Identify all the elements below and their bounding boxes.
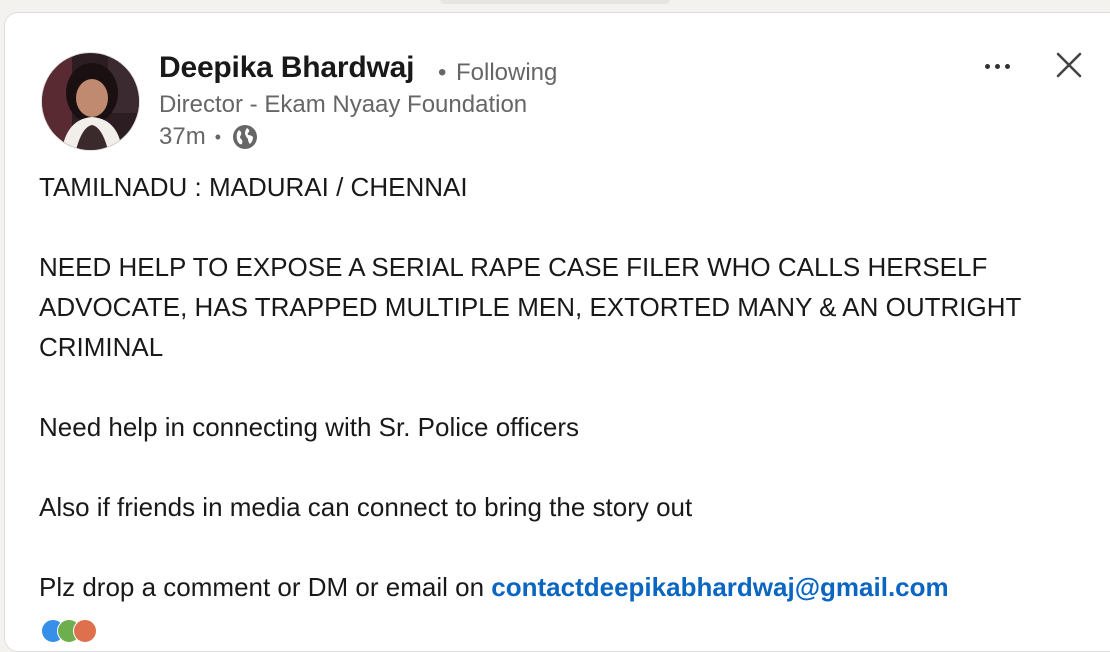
globe-icon [233,125,257,149]
follow-separator: • [438,59,447,86]
top-edge-sliver [440,0,670,4]
author-name[interactable]: Deepika Bhardwaj [159,51,414,85]
post-line-request: NEED HELP TO EXPOSE A SERIAL RAPE CASE F… [39,252,1021,362]
post-card: Deepika Bhardwaj • Following Director - … [4,12,1110,652]
email-link[interactable]: contactdeepikabhardwaj@gmail.com [491,572,948,602]
meta-separator: • [214,126,221,147]
post-body: TAMILNADU : MADURAI / CHENNAI NEED HELP … [39,167,1089,607]
more-dot [984,63,990,69]
support-reaction-icon [73,619,97,643]
post-line-location: TAMILNADU : MADURAI / CHENNAI [39,172,468,202]
post-time: 37m [159,123,206,150]
post-meta: 37m • [159,122,259,152]
post-line-contact: Plz drop a comment or DM or email on con… [39,567,1089,607]
contact-text: Plz drop a comment or DM or email on [39,572,492,602]
post-line-police: Need help in connecting with Sr. Police … [39,412,580,442]
author-headline: Director - Ekam Nyaay Foundation [159,91,528,118]
post-line-media: Also if friends in media can connect to … [39,492,693,522]
avatar-photo [42,53,139,150]
author-avatar[interactable] [41,52,140,151]
follow-status: Following [456,59,558,86]
more-dot [1004,63,1010,69]
more-options-button[interactable] [973,47,1021,85]
more-dot [994,63,1000,69]
close-icon[interactable] [1049,45,1089,85]
